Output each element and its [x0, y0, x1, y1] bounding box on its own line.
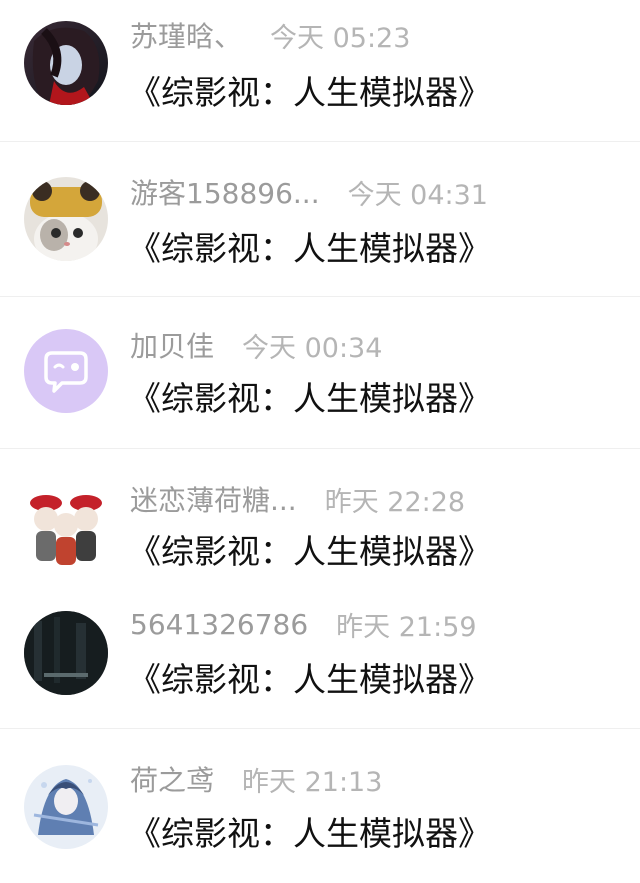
- avatar[interactable]: [24, 611, 108, 695]
- message-text: 《综影视：人生模拟器》: [128, 660, 491, 699]
- list-item[interactable]: 游客158896... 今天 04:31 《综影视：人生模拟器》: [0, 142, 640, 297]
- sender-name: 游客158896...: [130, 177, 320, 210]
- list-item[interactable]: 5641326786 昨天 21:59 《综影视：人生模拟器》: [0, 589, 640, 729]
- sender-name: 加贝佳: [130, 330, 215, 363]
- message-time: 今天 05:23: [270, 22, 411, 54]
- message-time: 昨天 21:13: [242, 766, 383, 798]
- list-item[interactable]: 加贝佳 今天 00:34 《综影视：人生模拟器》: [0, 297, 640, 449]
- avatar[interactable]: [24, 765, 108, 849]
- avatar[interactable]: [24, 329, 108, 413]
- message-time: 今天 00:34: [242, 332, 383, 364]
- message-time: 昨天 21:59: [336, 611, 477, 643]
- list-item[interactable]: 苏瑾晗、 今天 05:23 《综影视：人生模拟器》: [0, 0, 640, 142]
- sender-name: 迷恋薄荷糖...: [130, 484, 297, 517]
- sender-name: 荷之鸢: [130, 764, 215, 797]
- message-text: 《综影视：人生模拟器》: [128, 814, 491, 853]
- message-text: 《综影视：人生模拟器》: [128, 229, 491, 268]
- avatar[interactable]: [24, 485, 108, 569]
- sender-name: 苏瑾晗、: [130, 20, 243, 53]
- list-item[interactable]: 荷之鸢 昨天 21:13 《综影视：人生模拟器》: [0, 729, 640, 883]
- message-text: 《综影视：人生模拟器》: [128, 73, 491, 112]
- message-time: 昨天 22:28: [324, 486, 466, 518]
- message-text: 《综影视：人生模拟器》: [128, 379, 491, 418]
- avatar[interactable]: [24, 21, 108, 105]
- message-time: 今天 04:31: [347, 179, 488, 211]
- sender-name: 5641326786: [130, 607, 309, 641]
- list-item[interactable]: 迷恋薄荷糖... 昨天 22:28 《综影视：人生模拟器》: [0, 449, 640, 589]
- message-text: 《综影视：人生模拟器》: [128, 532, 491, 571]
- message-list: 苏瑾晗、 今天 05:23 《综影视：人生模拟器》 游客158896... 今天…: [0, 0, 640, 883]
- avatar[interactable]: [24, 177, 108, 261]
